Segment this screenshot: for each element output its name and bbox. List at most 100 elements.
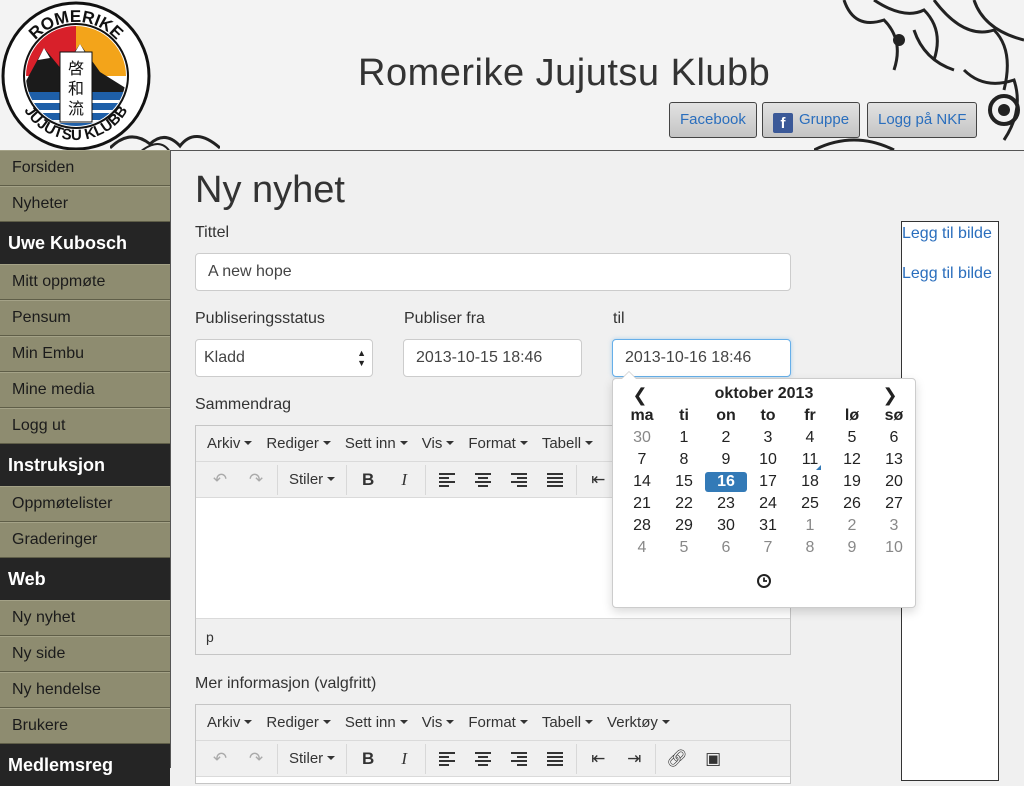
sidebar-item-logg-ut[interactable]: Logg ut [0, 408, 170, 444]
sidebar-item-mitt-oppmote[interactable]: Mitt oppmøte [0, 264, 170, 300]
group-button[interactable]: f Gruppe [762, 102, 861, 138]
calendar-day[interactable]: 31 [747, 515, 789, 537]
calendar-day[interactable]: 3 [747, 427, 789, 449]
sidebar-item-mine-media[interactable]: Mine media [0, 372, 170, 408]
menu-format[interactable]: Format [461, 714, 535, 731]
italic-button[interactable]: I [386, 465, 422, 495]
align-center-icon[interactable] [465, 744, 501, 774]
menu-vis[interactable]: Vis [415, 714, 462, 731]
calendar-day[interactable]: 10 [873, 537, 915, 559]
menu-vis[interactable]: Vis [415, 435, 462, 452]
styles-dropdown[interactable]: Stiler [281, 750, 343, 767]
menu-format[interactable]: Format [461, 435, 535, 452]
sidebar-item-brukere[interactable]: Brukere [0, 708, 170, 744]
calendar-day[interactable]: 1 [789, 515, 831, 537]
add-image-link[interactable]: Legg til bilde [902, 225, 992, 243]
sidebar-item-ny-side[interactable]: Ny side [0, 636, 170, 672]
calendar-day[interactable]: 15 [663, 471, 705, 493]
bold-button[interactable]: B [350, 465, 386, 495]
align-justify-icon[interactable] [537, 744, 573, 774]
publish-to-input[interactable]: 2013-10-16 18:46 [612, 339, 791, 377]
calendar-day[interactable]: 23 [705, 493, 747, 515]
outdent-icon[interactable]: ⇤ [580, 744, 616, 774]
align-justify-icon[interactable] [537, 465, 573, 495]
outdent-icon[interactable]: ⇤ [580, 465, 616, 495]
calendar-day[interactable]: 25 [789, 493, 831, 515]
calendar-day[interactable]: 16 [705, 471, 747, 493]
calendar-day[interactable]: 29 [663, 515, 705, 537]
publish-from-input[interactable]: 2013-10-15 18:46 [403, 339, 582, 377]
redo-icon[interactable]: ↷ [238, 465, 274, 495]
menu-tabell[interactable]: Tabell [535, 714, 600, 731]
menu-arkiv[interactable]: Arkiv [200, 714, 259, 731]
calendar-day[interactable]: 10 [747, 449, 789, 471]
indent-icon[interactable]: ⇥ [616, 744, 652, 774]
status-select[interactable]: Kladd ▲ ▼ [195, 339, 373, 377]
calendar-day[interactable]: 6 [873, 427, 915, 449]
calendar-day[interactable]: 30 [621, 427, 663, 449]
calendar-day[interactable]: 26 [831, 493, 873, 515]
menu-rediger[interactable]: Rediger [259, 714, 338, 731]
add-image-link[interactable]: Legg til bilde [902, 265, 992, 283]
sidebar-item-forsiden[interactable]: Forsiden [0, 150, 170, 186]
menu-rediger[interactable]: Rediger [259, 435, 338, 452]
menu-tabell[interactable]: Tabell [535, 435, 600, 452]
calendar-day[interactable]: 19 [831, 471, 873, 493]
calendar-day[interactable]: 8 [663, 449, 705, 471]
calendar-day[interactable]: 21 [621, 493, 663, 515]
menu-sett-inn[interactable]: Sett inn [338, 714, 415, 731]
menu-sett-inn[interactable]: Sett inn [338, 435, 415, 452]
calendar-day[interactable]: 11 [789, 449, 831, 471]
sidebar-item-graderinger[interactable]: Graderinger [0, 522, 170, 558]
sidebar-item-ny-hendelse[interactable]: Ny hendelse [0, 672, 170, 708]
calendar-day[interactable]: 5 [663, 537, 705, 559]
calendar-day[interactable]: 1 [663, 427, 705, 449]
calendar-day[interactable]: 2 [831, 515, 873, 537]
calendar-day[interactable]: 7 [747, 537, 789, 559]
align-center-icon[interactable] [465, 465, 501, 495]
calendar-day[interactable]: 28 [621, 515, 663, 537]
sidebar-item-oppmotelister[interactable]: Oppmøtelister [0, 486, 170, 522]
align-right-icon[interactable] [501, 744, 537, 774]
undo-icon[interactable]: ↶ [202, 465, 238, 495]
calendar-day[interactable]: 3 [873, 515, 915, 537]
italic-button[interactable]: I [386, 744, 422, 774]
title-input[interactable]: A new hope [195, 253, 791, 291]
sidebar-item-nyheter[interactable]: Nyheter [0, 186, 170, 222]
sidebar-item-ny-nyhet[interactable]: Ny nyhet [0, 600, 170, 636]
calendar-day[interactable]: 4 [621, 537, 663, 559]
calendar-day[interactable]: 22 [663, 493, 705, 515]
chevron-right-icon[interactable]: ❯ [875, 385, 905, 406]
calendar-day[interactable]: 27 [873, 493, 915, 515]
sidebar-item-pensum[interactable]: Pensum [0, 300, 170, 336]
calendar-day[interactable]: 20 [873, 471, 915, 493]
menu-arkiv[interactable]: Arkiv [200, 435, 259, 452]
calendar-day[interactable]: 24 [747, 493, 789, 515]
menu-verktoy[interactable]: Verktøy [600, 714, 677, 731]
link-icon[interactable]: 🔗︎ [659, 744, 695, 774]
align-left-icon[interactable] [429, 465, 465, 495]
clock-icon[interactable] [613, 573, 915, 594]
calendar-day[interactable]: 12 [831, 449, 873, 471]
calendar-day[interactable]: 7 [621, 449, 663, 471]
image-icon[interactable]: ▣ [695, 744, 731, 774]
align-left-icon[interactable] [429, 744, 465, 774]
styles-dropdown[interactable]: Stiler [281, 471, 343, 488]
calendar-day[interactable]: 17 [747, 471, 789, 493]
calendar-day[interactable]: 9 [831, 537, 873, 559]
calendar-day[interactable]: 6 [705, 537, 747, 559]
calendar-day[interactable]: 9 [705, 449, 747, 471]
facebook-button[interactable]: Facebook [669, 102, 757, 138]
align-right-icon[interactable] [501, 465, 537, 495]
redo-icon[interactable]: ↷ [238, 744, 274, 774]
sidebar-item-min-embu[interactable]: Min Embu [0, 336, 170, 372]
calendar-day[interactable]: 8 [789, 537, 831, 559]
calendar-day[interactable]: 4 [789, 427, 831, 449]
calendar-day[interactable]: 18 [789, 471, 831, 493]
undo-icon[interactable]: ↶ [202, 744, 238, 774]
bold-button[interactable]: B [350, 744, 386, 774]
calendar-day[interactable]: 5 [831, 427, 873, 449]
datepicker-month-label[interactable]: oktober 2013 [613, 385, 915, 403]
calendar-day[interactable]: 2 [705, 427, 747, 449]
nkf-login-button[interactable]: Logg på NKF [867, 102, 978, 138]
